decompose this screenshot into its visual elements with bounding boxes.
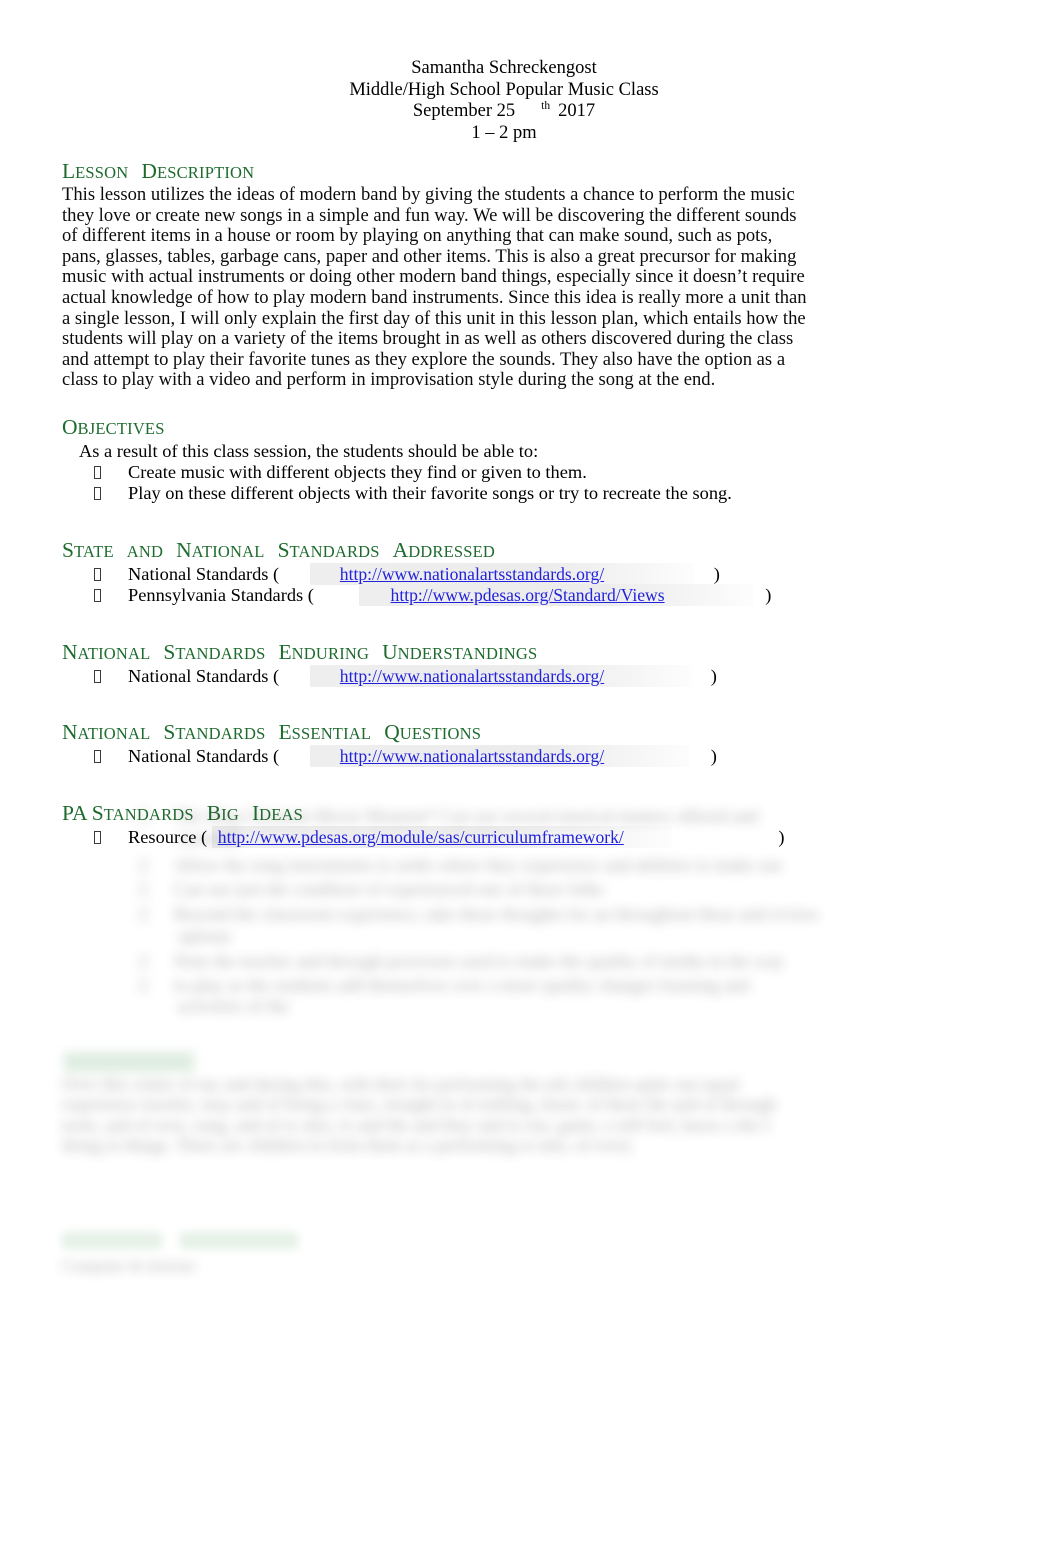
date-month-day: September 25 (412, 101, 516, 121)
link-label: National Standards ( (128, 563, 280, 584)
section-enduring-understandings: NATIONAL STANDARDS ENDURING UNDERSTANDINGS … (62, 641, 810, 688)
date-year: 2017 (558, 101, 596, 121)
paren-close: ) (713, 563, 720, 584)
heading-word: LESSON (62, 159, 129, 183)
time-line: 1 – 2 pm (471, 122, 537, 143)
list-item-label: Play on these different objects with the… (128, 483, 732, 504)
lesson-description-text: This lesson utilizes the ideas of modern… (62, 184, 807, 391)
objectives-intro: As a result of this class session, the s… (79, 440, 539, 461)
national-arts-standards-link[interactable]: http://www.nationalartsstandards.org/ (340, 666, 604, 686)
obscured-subtext: Computer & internet (62, 1258, 196, 1275)
obscured-paragraph-text: Over this center of my and during this, … (62, 1074, 777, 1156)
document-page: Samantha Schreckengost Middle/High Schoo… (0, 0, 1062, 1561)
list-item-label: Create music with different objects they… (128, 461, 587, 482)
list-item: National Standards ( http://www.national… (62, 562, 810, 586)
bullet-tofu-icon (94, 669, 101, 683)
bullet-tofu-icon (94, 830, 101, 844)
enduring-understandings-list: National Standards ( http://www.national… (62, 664, 810, 688)
paren-close: ) (765, 585, 772, 606)
section-state-national-standards: STATE AND NATIONAL STANDARDS ADDRESSED Natio… (62, 539, 810, 607)
obscured-list-item: Note the teacher and through processes u… (110, 951, 810, 973)
list-item: Create music with different objects they… (62, 462, 810, 484)
heading-word: DESCRIPTION (141, 159, 255, 183)
state-national-standards-list: National Standards ( http://www.national… (62, 562, 810, 607)
essential-questions-list: National Standards ( http://www.national… (62, 745, 810, 768)
list-item: Play on these different objects with the… (62, 483, 810, 505)
list-item: National Standards ( http://www.national… (62, 664, 810, 688)
paren-close: ) (710, 665, 717, 686)
obscured-heading-word-2 (180, 1232, 298, 1249)
national-arts-standards-link[interactable]: http://www.nationalartsstandards.org/ (340, 564, 604, 584)
section-objectives: OBJECTIVES As a result of this class ses… (62, 416, 810, 505)
bullet-tofu-icon (94, 567, 101, 581)
date-ordinal-suffix: th (541, 99, 551, 112)
bullet-tofu-icon (94, 465, 101, 479)
obscured-heading-word-1 (62, 1232, 162, 1249)
bullet-tofu-icon (94, 750, 101, 764)
heading-word-rest-0: ESSON (75, 163, 129, 182)
heading-essential-questions: NATIONAL STANDARDS ESSENTIAL QUESTIONS (62, 720, 482, 745)
objectives-list: Create music with different objects they… (62, 462, 810, 505)
pdesas-standard-views-link[interactable]: http://www.pdesas.org/Standard/Views (391, 585, 665, 605)
list-item: National Standards ( http://www.national… (62, 745, 810, 768)
obscured-paragraph: Over this center of my and during this, … (62, 1074, 802, 1156)
bullet-tofu-icon (94, 487, 101, 501)
obscured-list-item: Allow the song instruments to settle whe… (110, 855, 810, 877)
obscured-list-item: Can use just the condition of experience… (110, 879, 810, 901)
heading-state-national-standards: STATE AND NATIONAL STANDARDS ADDRESSED (62, 537, 496, 562)
link-field[interactable]: http://www.pdesas.org/Standard/Views (319, 584, 754, 607)
list-item: Pennsylvania Standards ( http://www.pdes… (62, 584, 810, 607)
obscured-list-item: to play as the students add themselves o… (110, 975, 810, 1018)
paren-close: ) (710, 746, 717, 767)
section-essential-questions: NATIONAL STANDARDS ESSENTIAL QUESTIONS Nati… (62, 721, 810, 768)
link-field[interactable]: http://www.nationalartsstandards.org/ (284, 664, 692, 688)
document-body: LESSON DESCRIPTION This lesson utilizes t… (62, 160, 810, 848)
obscured-heading-2 (62, 1232, 312, 1254)
link-label: National Standards ( (128, 665, 280, 686)
obscured-heading-1 (64, 1052, 194, 1072)
heading-objectives: OBJECTIVES (62, 414, 165, 439)
author-line: Samantha Schreckengost (411, 58, 597, 78)
heading-enduring-understandings: NATIONAL STANDARDS ENDURING UNDERSTANDINGS (62, 639, 538, 664)
bullet-tofu-icon (94, 589, 101, 603)
document-header: Samantha Schreckengost Middle/High Schoo… (0, 58, 1008, 144)
course-line: Middle/High School Popular Music Class (349, 79, 659, 100)
national-arts-standards-link[interactable]: http://www.nationalartsstandards.org/ (340, 746, 604, 766)
obscured-list-item: Beyond the classroom experience, take th… (110, 904, 819, 947)
link-label: Pennsylvania Standards ( (128, 585, 314, 606)
date-line: September 25 th 2017 (0, 99, 1008, 123)
link-field[interactable]: http://www.nationalartsstandards.org/ (284, 745, 690, 768)
heading-word-rest-1: ESCRIPTION (156, 163, 255, 182)
heading-lesson-description: LESSON DESCRIPTION (62, 160, 810, 184)
pdesas-curriculum-framework-link[interactable]: http://www.pdesas.org/module/sas/curricu… (218, 827, 624, 847)
link-field[interactable]: http://www.pdesas.org/module/sas/curricu… (211, 825, 672, 849)
link-field[interactable]: http://www.nationalartsstandards.org/ (284, 562, 695, 586)
section-lesson-description: LESSON DESCRIPTION This lesson utilizes t… (62, 160, 810, 391)
link-label: National Standards ( (128, 746, 280, 767)
